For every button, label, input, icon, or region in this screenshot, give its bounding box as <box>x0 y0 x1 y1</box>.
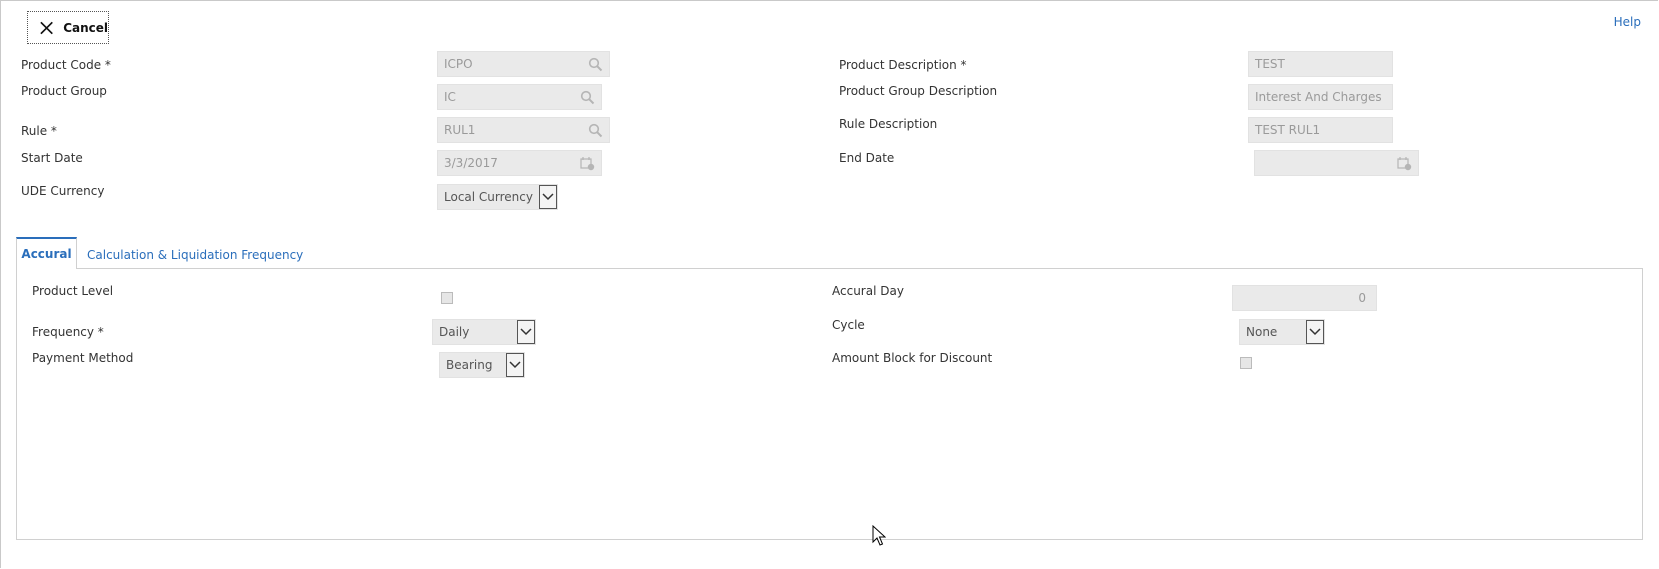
rule-value: RUL1 <box>444 123 476 137</box>
start-date-input[interactable]: 3/3/2017 <box>437 150 602 176</box>
cycle-select[interactable]: None <box>1239 319 1325 345</box>
cancel-button[interactable]: Cancel <box>27 11 109 44</box>
search-icon[interactable] <box>588 57 603 72</box>
accural-day-label: Accural Day <box>832 284 904 298</box>
close-icon <box>40 21 53 34</box>
product-description-label: Product Description * <box>839 58 967 72</box>
cycle-label: Cycle <box>832 318 865 332</box>
accural-day-input[interactable]: 0 <box>1232 285 1377 311</box>
payment-method-label: Payment Method <box>32 351 134 365</box>
accural-tab-panel <box>16 268 1643 540</box>
amount-block-discount-checkbox[interactable] <box>1240 357 1252 369</box>
product-description-input[interactable]: TEST <box>1248 51 1393 77</box>
amount-block-discount-label: Amount Block for Discount <box>832 351 993 365</box>
product-group-value: IC <box>444 90 456 104</box>
accural-day-value: 0 <box>1358 291 1366 305</box>
rule-input[interactable]: RUL1 <box>437 117 610 143</box>
chevron-down-icon[interactable] <box>517 320 535 344</box>
product-level-label: Product Level <box>32 284 114 298</box>
ude-currency-select[interactable]: Local Currency <box>437 184 558 210</box>
product-code-value: ICPO <box>444 57 473 71</box>
frequency-value: Daily <box>439 325 470 339</box>
start-date-label: Start Date <box>21 151 83 165</box>
product-code-input[interactable]: ICPO <box>437 51 610 77</box>
rule-description-label: Rule Description <box>839 117 938 131</box>
calendar-icon[interactable] <box>580 156 595 171</box>
end-date-input[interactable] <box>1254 150 1419 176</box>
product-group-input[interactable]: IC <box>437 84 602 110</box>
chevron-down-icon[interactable] <box>1306 320 1324 344</box>
search-icon[interactable] <box>588 123 603 138</box>
rule-description-value: TEST RUL1 <box>1255 123 1321 137</box>
chevron-down-icon[interactable] <box>506 353 524 377</box>
product-code-label: Product Code * <box>21 58 111 72</box>
end-date-label: End Date <box>839 151 895 165</box>
frequency-label: Frequency * <box>32 325 104 339</box>
product-level-checkbox[interactable] <box>441 292 453 304</box>
help-link[interactable]: Help <box>1614 15 1641 29</box>
payment-method-value: Bearing <box>446 358 493 372</box>
product-group-description-value: Interest And Charges <box>1255 90 1382 104</box>
chevron-down-icon[interactable] <box>539 185 557 209</box>
ude-currency-label: UDE Currency <box>21 184 105 198</box>
mouse-cursor-icon <box>872 525 886 546</box>
tab-accural[interactable]: Accural <box>16 237 77 269</box>
frequency-select[interactable]: Daily <box>432 319 536 345</box>
rule-description-input[interactable]: TEST RUL1 <box>1248 117 1393 143</box>
start-date-value: 3/3/2017 <box>444 156 498 170</box>
tab-calculation-liquidation-frequency[interactable]: Calculation & Liquidation Frequency <box>87 248 303 262</box>
product-description-value: TEST <box>1255 57 1285 71</box>
calendar-icon[interactable] <box>1397 156 1412 171</box>
payment-method-select[interactable]: Bearing <box>439 352 525 378</box>
product-group-description-input[interactable]: Interest And Charges <box>1248 84 1393 110</box>
search-icon[interactable] <box>580 90 595 105</box>
ude-currency-value: Local Currency <box>444 190 533 204</box>
cycle-value: None <box>1246 325 1278 339</box>
cancel-label: Cancel <box>63 20 108 35</box>
rule-label: Rule * <box>21 124 57 138</box>
product-group-label: Product Group <box>21 84 107 98</box>
product-group-description-label: Product Group Description <box>839 84 998 98</box>
